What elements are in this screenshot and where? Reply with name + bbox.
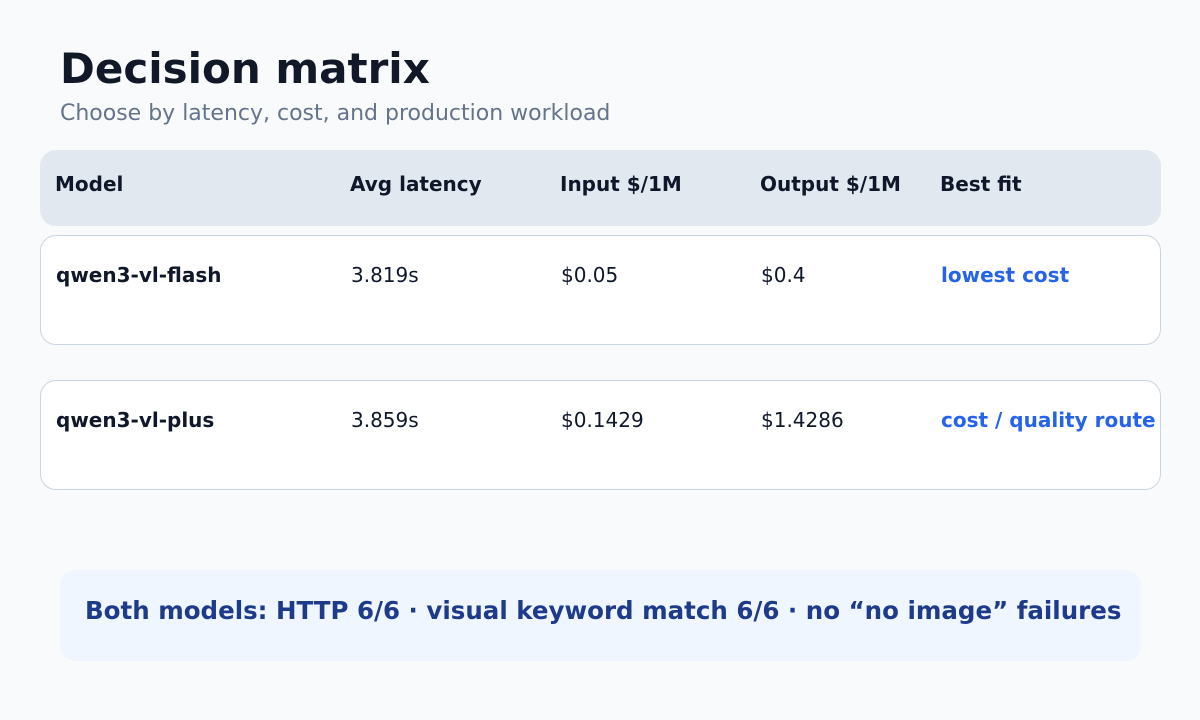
avg-latency: 3.859s [351,408,419,432]
output-price: $0.4 [761,263,806,287]
summary-text: Both models: HTTP 6/6 · visual keyword m… [85,596,1122,625]
best-fit: lowest cost [941,263,1070,287]
header-model: Model [55,172,124,196]
best-fit: cost / quality route [941,408,1156,432]
page-title: Decision matrix [60,44,430,93]
summary-box: Both models: HTTP 6/6 · visual keyword m… [60,570,1141,661]
avg-latency: 3.819s [351,263,419,287]
header-output-price: Output $/1M [760,172,901,196]
table-header-row: Model Avg latency Input $/1M Output $/1M… [40,150,1161,226]
page-subtitle: Choose by latency, cost, and production … [60,101,611,126]
output-price: $1.4286 [761,408,844,432]
table-row: qwen3-vl-plus 3.859s $0.1429 $1.4286 cos… [40,380,1161,490]
header-latency: Avg latency [350,172,482,196]
model-name: qwen3-vl-plus [56,408,215,432]
table-row: qwen3-vl-flash 3.819s $0.05 $0.4 lowest … [40,235,1161,345]
input-price: $0.1429 [561,408,644,432]
header-input-price: Input $/1M [560,172,682,196]
input-price: $0.05 [561,263,619,287]
header-best-fit: Best fit [940,172,1022,196]
model-name: qwen3-vl-flash [56,263,222,287]
